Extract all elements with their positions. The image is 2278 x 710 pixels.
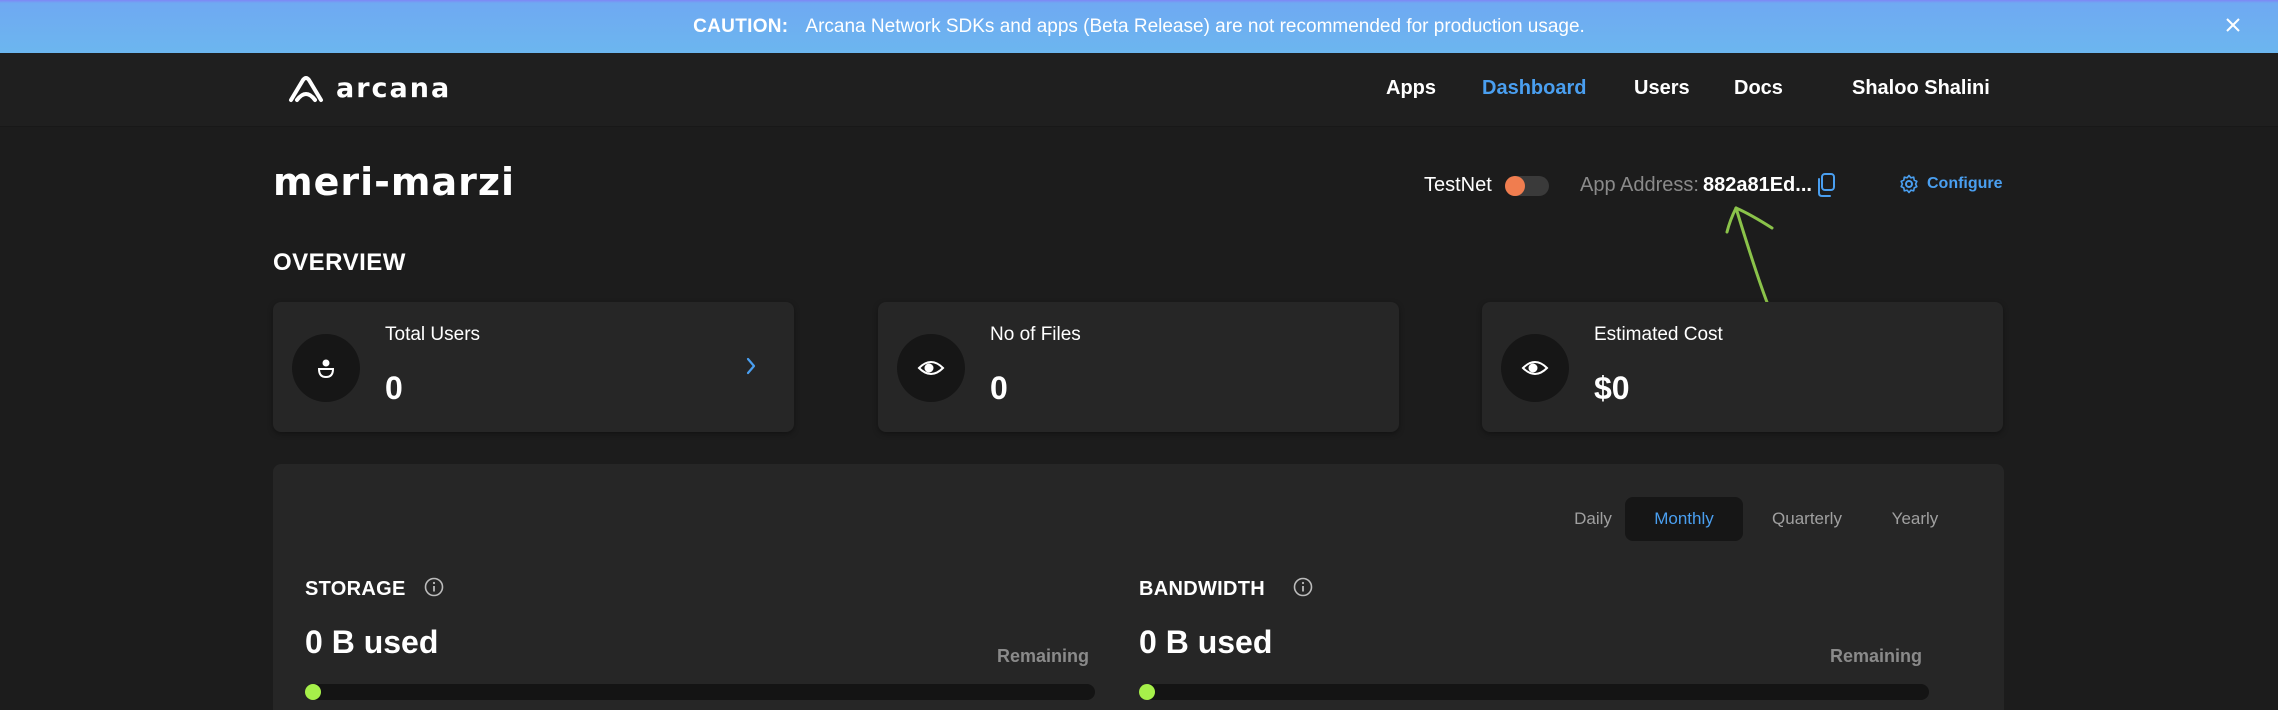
card-value: 0 [990,370,1008,406]
configure-label: Configure [1927,175,2003,192]
storage-used: 0 B used [305,624,439,660]
user-icon [317,359,335,379]
bandwidth-remaining-label: Remaining [1830,646,1923,666]
nav-users[interactable]: Users [1634,77,1690,100]
annotation-arrow-icon [1725,206,1774,312]
main-nav: Apps Dashboard Users Docs Shaloo Shalini [0,77,2278,107]
chevron-right-icon[interactable] [743,354,759,378]
caution-banner: CAUTION: Arcana Network SDKs and apps (B… [0,0,2278,53]
copy-icon[interactable] [1815,172,1837,198]
card-value: $0 [1594,370,1630,406]
bandwidth-used: 0 B used [1139,624,1273,660]
user-menu[interactable]: Shaloo Shalini [1852,77,1990,100]
toggle-knob [1505,176,1525,196]
bandwidth-progress-fill [1139,684,1155,700]
nav-dashboard[interactable]: Dashboard [1482,77,1586,100]
overview-title: OVERVIEW [273,249,406,276]
network-toggle[interactable] [1505,176,1549,196]
tab-monthly[interactable]: Monthly [1625,497,1743,541]
storage-progress-fill [305,684,321,700]
caution-message: Arcana Network SDKs and apps (Beta Relea… [805,15,1585,37]
estimated-cost-card: Estimated Cost $0 [1482,302,2003,432]
nav-docs[interactable]: Docs [1734,77,1783,100]
total-users-card: Total Users 0 [273,302,794,432]
usage-panel: Daily Monthly Quarterly Yearly STORAGE 0… [273,464,2004,710]
card-icon-container [1501,334,1569,402]
bandwidth-progress-bar [1139,684,1929,700]
caution-label: CAUTION: [693,15,789,37]
storage-progress-bar [305,684,1095,700]
close-icon[interactable] [2218,10,2248,40]
eye-icon [917,361,945,375]
info-icon[interactable] [1292,576,1314,598]
info-icon[interactable] [423,576,445,598]
card-label: No of Files [990,324,1081,345]
card-icon-container [897,334,965,402]
network-label: TestNet [1424,174,1492,196]
gear-icon [1900,174,1918,194]
storage-remaining-label: Remaining [997,646,1090,666]
card-value: 0 [385,370,403,406]
app-address: App Address: 882a81Ed... [1580,174,1812,197]
bandwidth-title: BANDWIDTH [1139,578,1266,600]
card-icon-container [292,334,360,402]
top-header: arcana Apps Dashboard Users Docs Shaloo … [0,53,2278,127]
app-address-value: 882a81Ed... [1702,174,1812,196]
app-address-label: App Address: [1580,174,1699,196]
nav-apps[interactable]: Apps [1386,77,1436,100]
tab-yearly[interactable]: Yearly [1873,497,1957,541]
tab-quarterly[interactable]: Quarterly [1751,497,1863,541]
configure-button[interactable]: Configure [1899,174,2003,194]
files-card: No of Files 0 [878,302,1399,432]
card-label: Estimated Cost [1594,324,1723,345]
app-title: meri-marzi [273,160,516,204]
card-label: Total Users [385,324,481,345]
storage-title: STORAGE [305,578,406,600]
tab-daily[interactable]: Daily [1553,497,1633,541]
eye-icon [1521,361,1549,375]
